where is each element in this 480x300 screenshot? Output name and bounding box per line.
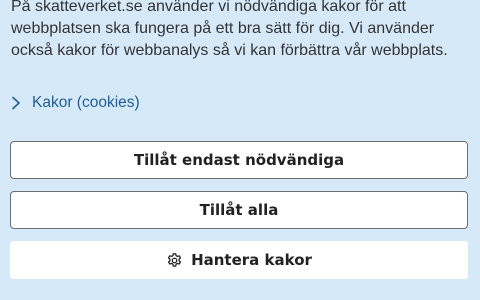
allow-necessary-only-button[interactable]: Tillåt endast nödvändiga [10,141,468,179]
manage-cookies-button[interactable]: Hantera kakor [10,241,468,279]
allow-all-button[interactable]: Tillåt alla [10,191,468,229]
chevron-right-icon [12,96,20,110]
manage-cookies-label: Hantera kakor [191,251,312,269]
cookie-intro-text: På skatteverket.se använder vi nödvändig… [11,0,448,59]
gear-icon [167,252,182,267]
cookies-details-link-label: Kakor (cookies) [32,94,140,111]
allow-all-label: Tillåt alla [199,201,279,219]
cookies-details-link[interactable]: Kakor (cookies) [11,92,140,114]
allow-necessary-only-label: Tillåt endast nödvändiga [133,151,345,169]
